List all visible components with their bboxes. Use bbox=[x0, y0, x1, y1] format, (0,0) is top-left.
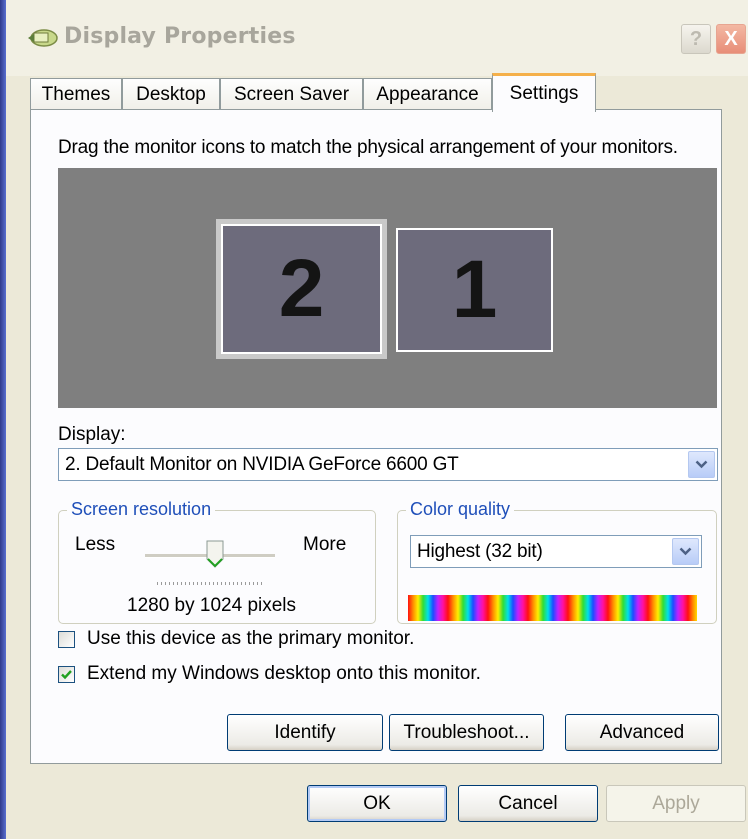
apply-button[interactable]: Apply bbox=[606, 785, 746, 822]
primary-monitor-checkbox[interactable] bbox=[58, 631, 75, 648]
close-button[interactable]: X bbox=[716, 24, 746, 54]
tab-appearance[interactable]: Appearance bbox=[363, 78, 492, 111]
advanced-button[interactable]: Advanced bbox=[565, 714, 719, 751]
identify-button[interactable]: Identify bbox=[227, 714, 383, 751]
close-icon: X bbox=[724, 27, 738, 50]
tab-screen-saver[interactable]: Screen Saver bbox=[220, 78, 363, 111]
color-quality-title: Color quality bbox=[406, 499, 515, 520]
monitor-arrangement-area[interactable]: 2 1 bbox=[58, 168, 717, 408]
ok-button[interactable]: OK bbox=[307, 785, 447, 822]
window-title: Display Properties bbox=[64, 24, 296, 49]
arrangement-instruction: Drag the monitor icons to match the phys… bbox=[58, 137, 678, 158]
display-properties-window: Display Properties ? X Themes Desktop Sc… bbox=[0, 0, 748, 839]
resolution-less-label: Less bbox=[75, 534, 116, 555]
resolution-more-label: More bbox=[303, 534, 347, 555]
monitor-1-icon[interactable]: 1 bbox=[396, 228, 553, 352]
screen-resolution-title: Screen resolution bbox=[67, 499, 216, 520]
title-bar[interactable]: Display Properties ? X bbox=[6, 0, 748, 76]
troubleshoot-button[interactable]: Troubleshoot... bbox=[389, 714, 544, 751]
cancel-button[interactable]: Cancel bbox=[458, 785, 598, 822]
color-quality-preview bbox=[408, 595, 697, 621]
screen-resolution-group: Screen resolution Less More 1280 by 1024… bbox=[58, 499, 376, 624]
display-dropdown-button[interactable] bbox=[688, 451, 715, 478]
monitor-2-icon[interactable]: 2 bbox=[221, 224, 382, 354]
resolution-slider-thumb[interactable] bbox=[206, 540, 224, 568]
primary-monitor-label[interactable]: Use this device as the primary monitor. bbox=[87, 628, 414, 650]
help-icon: ? bbox=[689, 27, 703, 50]
display-select[interactable]: 2. Default Monitor on NVIDIA GeForce 660… bbox=[58, 448, 718, 481]
display-label: Display: bbox=[58, 424, 126, 445]
window-frame-edge bbox=[0, 0, 6, 839]
checkmark-icon bbox=[61, 670, 72, 680]
extend-desktop-label[interactable]: Extend my Windows desktop onto this moni… bbox=[87, 663, 481, 685]
extend-desktop-checkbox[interactable] bbox=[58, 666, 75, 683]
resolution-value: 1280 by 1024 pixels bbox=[127, 595, 297, 616]
color-quality-select[interactable]: Highest (32 bit) bbox=[410, 535, 702, 568]
chevron-down-icon bbox=[679, 547, 692, 556]
color-quality-value: Highest (32 bit) bbox=[417, 541, 543, 562]
chevron-down-icon bbox=[695, 460, 708, 469]
resolution-slider-ticks bbox=[157, 582, 265, 585]
help-button[interactable]: ? bbox=[681, 24, 711, 54]
settings-panel: Drag the monitor icons to match the phys… bbox=[30, 109, 722, 764]
monitor-2-selection[interactable]: 2 bbox=[216, 219, 387, 359]
color-quality-dropdown-button[interactable] bbox=[672, 538, 699, 565]
display-select-value: 2. Default Monitor on NVIDIA GeForce 660… bbox=[65, 454, 459, 475]
tab-desktop[interactable]: Desktop bbox=[122, 78, 220, 111]
tab-themes[interactable]: Themes bbox=[30, 78, 122, 111]
display-properties-icon bbox=[28, 29, 58, 47]
tab-settings[interactable]: Settings bbox=[492, 73, 596, 112]
color-quality-group: Color quality Highest (32 bit) bbox=[397, 499, 717, 624]
